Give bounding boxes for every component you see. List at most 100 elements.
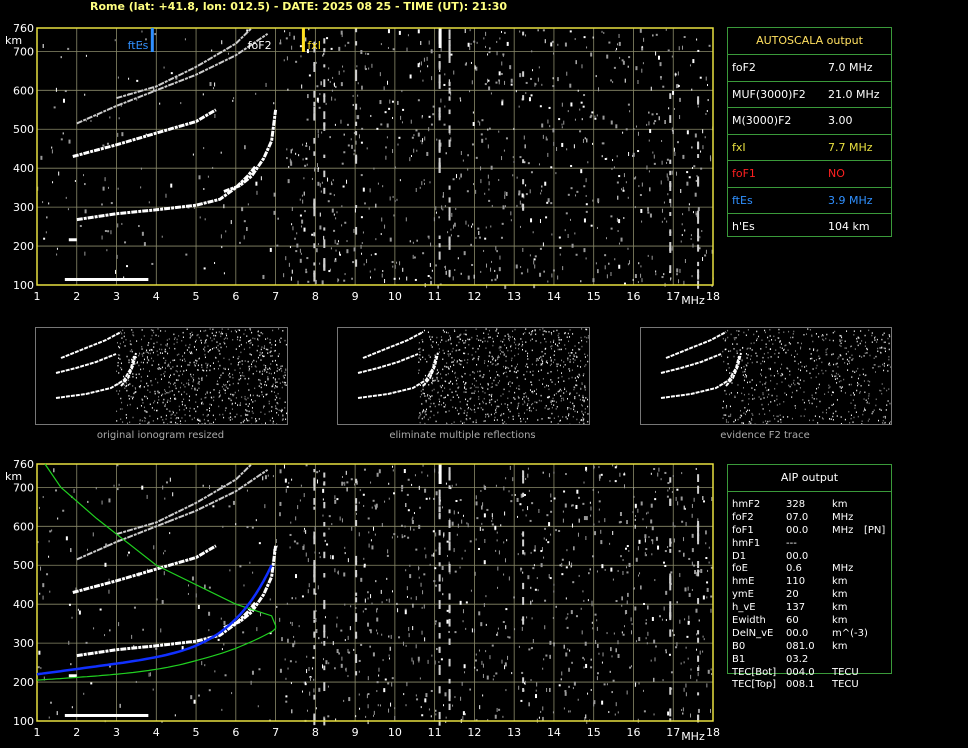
noise-speck: [209, 82, 212, 87]
noise-speck: [490, 165, 493, 170]
noise-speck: [530, 647, 533, 650]
noise-speck: [448, 593, 451, 600]
noise-speck: [246, 419, 248, 422]
noise-speck: [669, 170, 672, 176]
noise-speck: [224, 384, 226, 387]
noise-speck: [108, 578, 110, 581]
noise-speck: [424, 637, 426, 642]
noise-speck: [449, 337, 451, 339]
noise-speck: [422, 349, 424, 351]
noise-speck: [277, 367, 279, 369]
noise-speck: [129, 383, 131, 385]
noise-speck: [503, 573, 505, 576]
noise-speck: [477, 390, 479, 393]
noise-speck: [751, 349, 753, 351]
noise-speck: [259, 382, 261, 385]
noise-speck: [174, 382, 176, 384]
noise-speck: [525, 514, 527, 517]
noise-speck: [567, 193, 570, 196]
noise-speck: [569, 329, 571, 331]
noise-speck: [679, 573, 681, 578]
noise-speck: [517, 515, 519, 518]
noise-speck: [527, 352, 529, 355]
noise-speck: [254, 400, 256, 402]
noise-speck: [745, 376, 747, 379]
noise-speck: [496, 405, 498, 408]
noise-speck: [154, 390, 156, 393]
noise-speck: [697, 210, 700, 219]
noise-speck: [733, 420, 735, 423]
noise-speck: [203, 330, 205, 332]
noise-speck: [272, 420, 274, 423]
noise-speck: [502, 341, 504, 343]
noise-speck: [138, 225, 140, 228]
noise-speck: [663, 606, 665, 611]
noise-speck: [243, 220, 246, 223]
noise-speck: [258, 378, 260, 381]
noise-speck: [284, 371, 286, 374]
noise-speck: [324, 539, 326, 542]
noise-speck: [151, 407, 153, 409]
noise-speck: [319, 183, 321, 188]
noise-speck: [856, 340, 858, 343]
noise-speck: [246, 335, 248, 337]
noise-speck: [584, 137, 586, 140]
noise-speck: [169, 361, 171, 364]
noise-speck: [436, 369, 438, 371]
noise-speck: [426, 56, 428, 61]
noise-speck: [453, 548, 455, 553]
noise-speck: [496, 335, 498, 337]
noise-speck: [239, 339, 241, 342]
noise-speck: [458, 336, 460, 338]
noise-speck: [488, 188, 490, 191]
noise-speck: [313, 262, 316, 266]
noise-speck: [367, 517, 370, 520]
noise-speck: [463, 387, 465, 389]
noise-speck: [190, 335, 192, 337]
noise-speck: [725, 348, 727, 351]
noise-speck: [117, 76, 119, 79]
noise-speck: [508, 490, 510, 493]
noise-speck: [550, 500, 552, 503]
noise-speck: [449, 365, 451, 368]
noise-speck: [751, 412, 753, 415]
noise-speck: [178, 417, 180, 419]
noise-speck: [447, 350, 449, 353]
noise-speck: [669, 212, 672, 216]
noise-speck: [250, 341, 252, 344]
noise-speck: [445, 340, 447, 343]
noise-speck: [429, 398, 431, 401]
noise-speck: [204, 218, 206, 221]
noise-speck: [358, 693, 360, 696]
noise-speck: [516, 204, 518, 207]
noise-speck: [291, 223, 293, 226]
noise-speck: [553, 339, 555, 342]
noise-speck: [684, 258, 686, 263]
aip-k: foF1: [732, 524, 754, 536]
noise-speck: [541, 189, 543, 192]
noise-speck: [506, 375, 508, 378]
noise-speck: [313, 232, 316, 237]
noise-speck: [307, 558, 309, 563]
noise-speck: [723, 414, 725, 416]
noise-speck: [531, 349, 533, 352]
noise-speck: [741, 422, 743, 424]
noise-speck: [463, 664, 466, 669]
autoscala-label: fxI: [732, 140, 746, 154]
noise-speck: [270, 372, 272, 375]
noise-speck: [419, 351, 421, 353]
noise-speck: [547, 198, 550, 203]
noise-speck: [705, 530, 707, 535]
noise-speck: [398, 277, 400, 280]
noise-speck: [270, 410, 272, 412]
noise-speck: [501, 101, 504, 106]
noise-speck: [435, 206, 437, 211]
noise-speck: [141, 353, 143, 355]
noise-speck: [303, 227, 306, 232]
noise-speck: [119, 703, 121, 708]
noise-speck: [56, 253, 58, 256]
noise-speck: [349, 626, 351, 631]
noise-speck: [780, 343, 782, 345]
noise-speck: [175, 379, 177, 381]
noise-speck: [874, 371, 876, 373]
